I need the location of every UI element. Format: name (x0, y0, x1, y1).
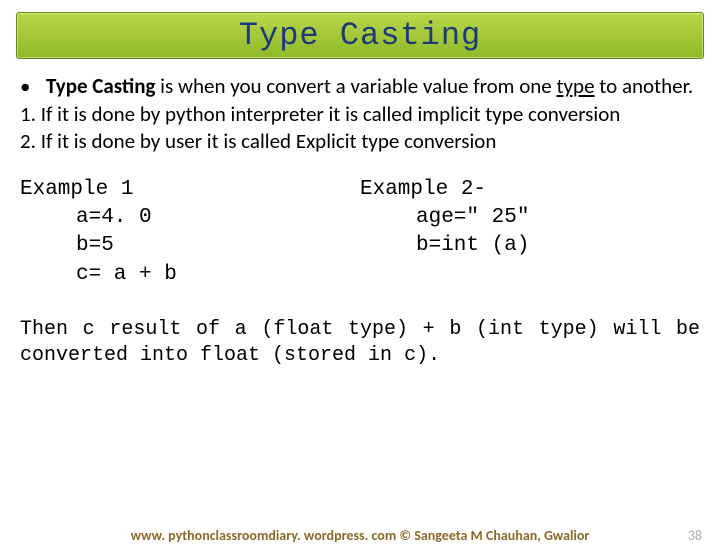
ex2-line-a: age=" 25" (360, 204, 700, 232)
intro-rest-2: to another. (595, 73, 694, 99)
line-2: 2. If it is done by user it is called Ex… (20, 128, 700, 154)
bullet-icon: • (20, 73, 46, 99)
ex1-line-c: c= a + b (20, 261, 360, 289)
content-area: • Type Casting is when you convert a var… (20, 73, 700, 369)
ex1-line-a: a=4. 0 (20, 204, 360, 232)
example-1: Example 1 a=4. 0 b=5 c= a + b (20, 176, 360, 289)
line-1: 1. If it is done by python interpreter i… (20, 101, 700, 127)
conclusion-text: Then c result of a (float type) + b (int… (20, 317, 700, 369)
page-number: 38 (688, 527, 702, 544)
intro-underline: type (557, 73, 595, 99)
ex2-title: Example 2- (360, 176, 700, 204)
ex2-line-b: b=int (a) (360, 232, 700, 260)
slide-title: Type Casting (239, 17, 481, 54)
intro-text: Type Casting is when you convert a varia… (46, 73, 700, 99)
intro-strong: Type Casting (46, 73, 155, 99)
ex1-title: Example 1 (20, 176, 360, 204)
slide-title-box: Type Casting (16, 12, 704, 59)
ex1-line-b: b=5 (20, 232, 360, 260)
footer-text: www. pythonclassroomdiary. wordpress. co… (0, 527, 720, 544)
intro-rest-1: is when you convert a variable value fro… (155, 73, 556, 99)
intro-bullet-row: • Type Casting is when you convert a var… (20, 73, 700, 99)
example-2: Example 2- age=" 25" b=int (a) (360, 176, 700, 289)
examples-block: Example 1 a=4. 0 b=5 c= a + b Example 2-… (20, 176, 700, 289)
